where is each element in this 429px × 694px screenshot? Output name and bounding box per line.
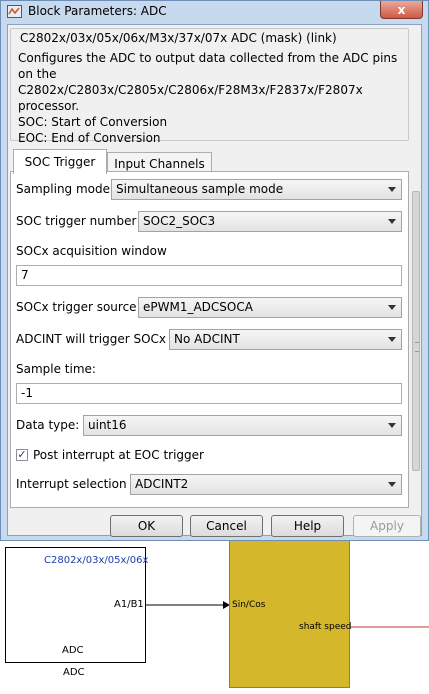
acq-window-field[interactable]: 7	[16, 265, 402, 286]
ok-button[interactable]: OK	[110, 515, 183, 537]
chevron-down-icon	[388, 187, 396, 192]
tab-soc-trigger[interactable]: SOC Trigger	[13, 149, 107, 174]
apply-button-label: Apply	[370, 519, 404, 533]
block-parameters-dialog: Block Parameters: ADC x C2802x/03x/05x/0…	[0, 0, 429, 541]
acq-window-value: 7	[21, 268, 29, 282]
subsystem-input-port-label: Sin/Cos	[232, 600, 266, 610]
dialog-client-area: C2802x/03x/05x/06x/M3x/37x/07x ADC (mask…	[7, 24, 422, 537]
adcint-trigger-label: ADCINT will trigger SOCx	[16, 332, 166, 346]
help-button[interactable]: Help	[271, 515, 344, 537]
window-title: Block Parameters: ADC	[28, 4, 167, 18]
sample-time-label: Sample time:	[16, 362, 96, 376]
data-type-select[interactable]: uint16	[83, 415, 402, 436]
checkmark-icon: ✓	[17, 448, 27, 461]
soc-trigger-number-select[interactable]: SOC2_SOC3	[138, 211, 402, 232]
title-bar[interactable]: Block Parameters: ADC x	[1, 1, 428, 23]
soc-trigger-number-value: SOC2_SOC3	[143, 214, 216, 228]
acq-window-label: SOCx acquisition window	[16, 244, 167, 258]
tab-input-channels-label: Input Channels	[114, 156, 205, 171]
sampling-mode-label: Sampling mode	[16, 182, 111, 196]
chevron-down-icon	[388, 337, 396, 342]
vertical-scrollbar[interactable]	[411, 171, 421, 508]
chevron-down-icon	[388, 219, 396, 224]
close-button[interactable]: x	[380, 1, 423, 19]
chevron-down-icon	[388, 423, 396, 428]
mask-description-text: Configures the ADC to output data collec…	[18, 51, 398, 145]
apply-button[interactable]: Apply	[353, 515, 421, 537]
close-icon: x	[397, 2, 406, 17]
ok-button-label: OK	[137, 519, 156, 533]
data-type-label: Data type:	[16, 418, 80, 432]
sampling-mode-value: Simultaneous sample mode	[116, 182, 284, 196]
chevron-down-icon	[388, 482, 396, 487]
adcint-trigger-select[interactable]: No ADCINT	[169, 329, 402, 350]
trigger-source-label: SOCx trigger source	[16, 300, 137, 314]
chevron-down-icon	[388, 305, 396, 310]
trigger-source-value: ePWM1_ADCSOCA	[143, 300, 253, 314]
sample-time-field[interactable]: -1	[16, 383, 402, 404]
trigger-source-select[interactable]: ePWM1_ADCSOCA	[138, 297, 402, 318]
tab-panel-soc-trigger: Sampling mode Simultaneous sample mode S…	[10, 171, 409, 508]
soc-trigger-number-label: SOC trigger number	[16, 214, 137, 228]
help-button-label: Help	[293, 519, 322, 533]
interrupt-selection-select[interactable]: ADCINT2	[130, 474, 402, 495]
scrollbar-thumb[interactable]	[412, 191, 420, 471]
scrollbar-grip-icon	[415, 342, 419, 352]
subsystem-output-port-label: shaft speed	[299, 622, 352, 632]
sampling-mode-select[interactable]: Simultaneous sample mode	[111, 179, 402, 200]
cancel-button-label: Cancel	[206, 519, 247, 533]
post-interrupt-checkbox[interactable]: ✓	[16, 449, 28, 461]
interrupt-selection-label: Interrupt selection	[16, 477, 127, 491]
interrupt-selection-value: ADCINT2	[135, 477, 189, 491]
post-interrupt-label: Post interrupt at EOC trigger	[33, 448, 204, 462]
sample-time-value: -1	[21, 386, 33, 400]
adcint-trigger-value: No ADCINT	[174, 332, 240, 346]
tab-soc-trigger-label: SOC Trigger	[24, 155, 96, 169]
simulink-app-icon	[7, 5, 22, 18]
data-type-value: uint16	[88, 418, 127, 432]
mask-title: C2802x/03x/05x/06x/M3x/37x/07x ADC (mask…	[20, 31, 337, 45]
subsystem-block[interactable]	[229, 541, 350, 688]
cancel-button[interactable]: Cancel	[190, 515, 263, 537]
